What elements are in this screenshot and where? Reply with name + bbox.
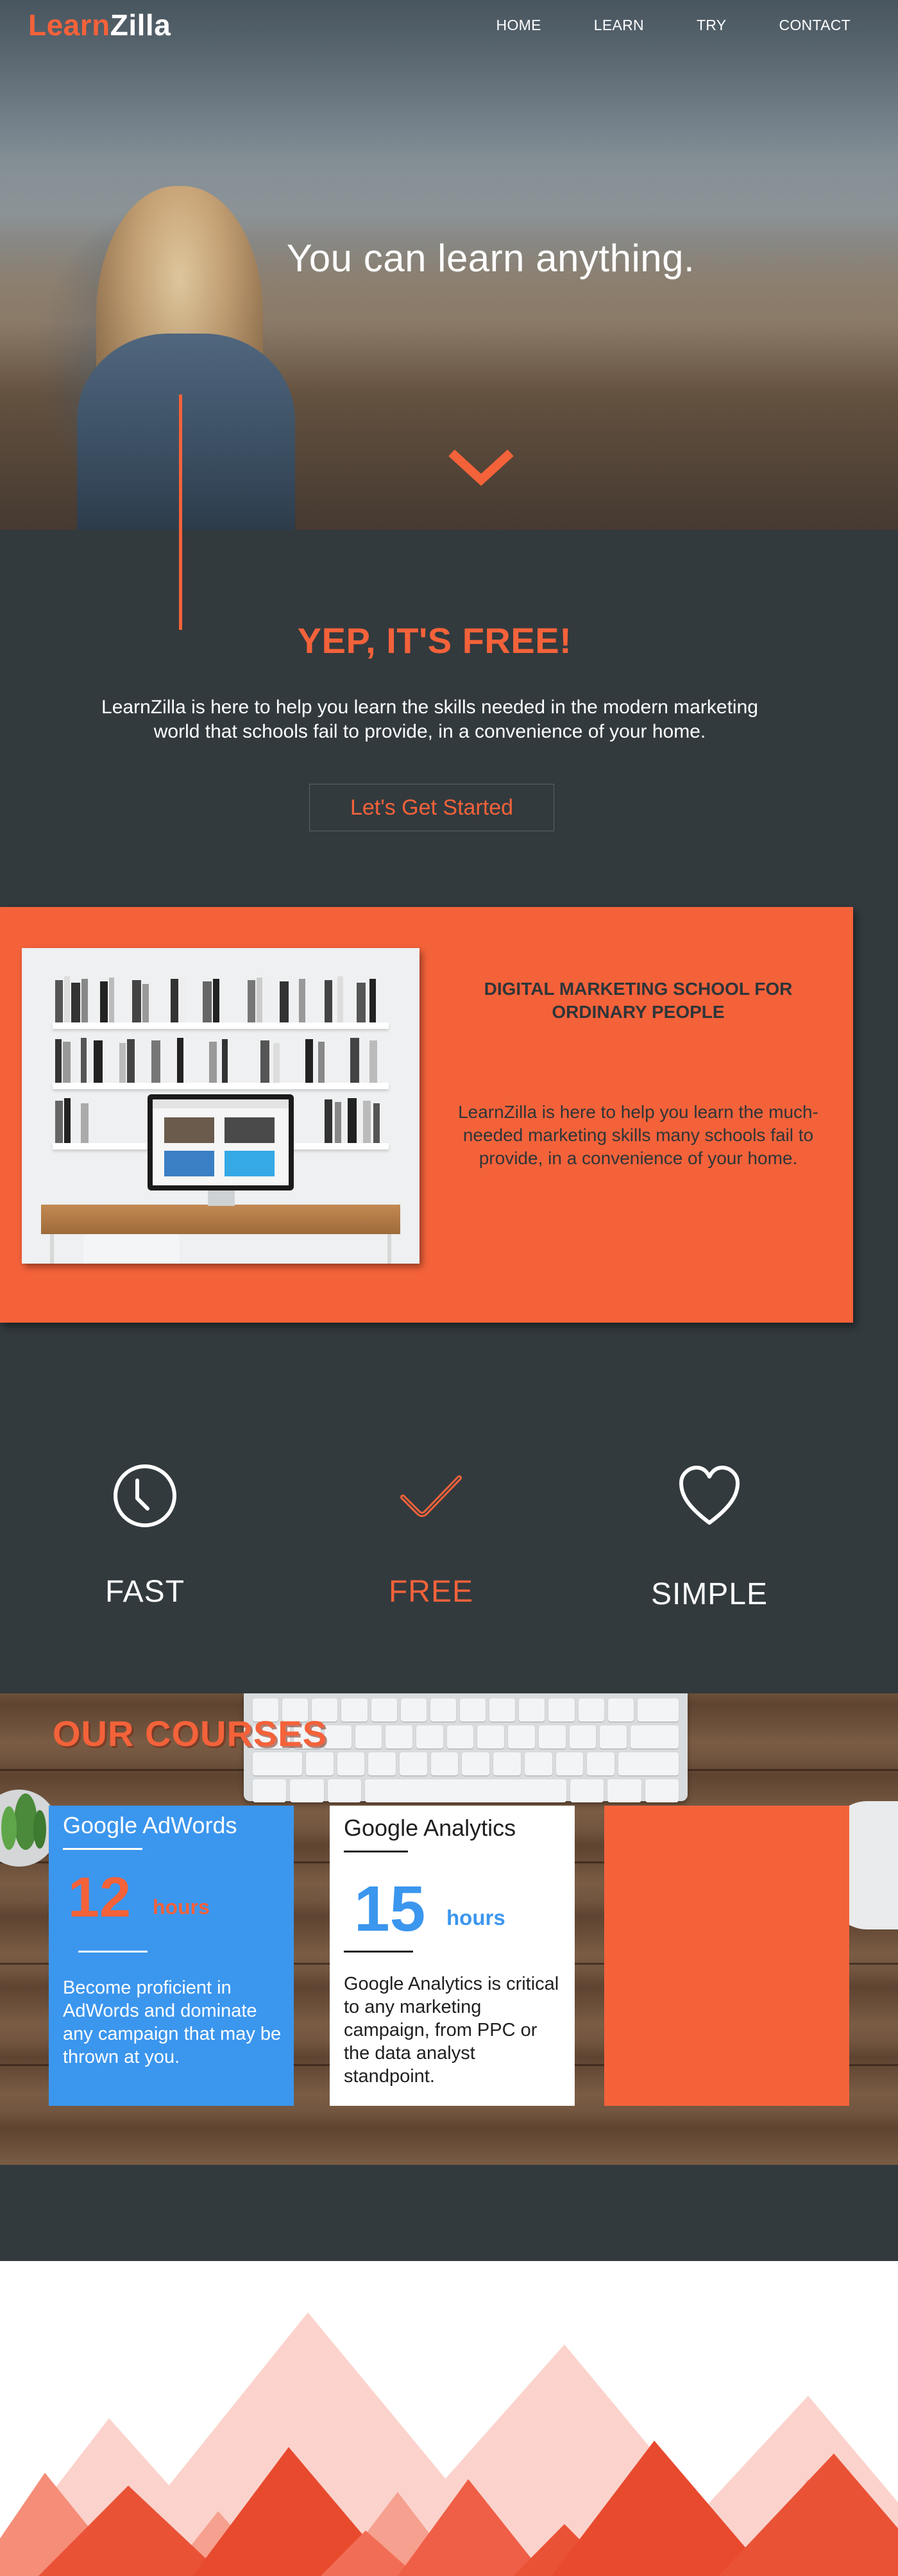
decorative-vertical-line bbox=[179, 394, 182, 630]
card-divider bbox=[344, 1951, 413, 1953]
nav-try[interactable]: TRY bbox=[697, 17, 727, 34]
course-title: Google Analytics bbox=[344, 1815, 516, 1841]
heart-icon bbox=[679, 1466, 740, 1525]
course-hours-unit: hours bbox=[153, 1895, 210, 1919]
courses-heading: OUR COURSES bbox=[53, 1713, 327, 1754]
hero-section: LearnZilla HOME LEARN TRY CONTACT You ca… bbox=[0, 0, 898, 530]
mountains-footer bbox=[0, 2261, 898, 2576]
monitor-stand bbox=[208, 1191, 235, 1206]
pillar-fast: FAST bbox=[49, 1462, 241, 1609]
courses-section: OUR COURSES Google AdWords 12 hours Beco… bbox=[0, 1693, 898, 2165]
card-divider bbox=[344, 1851, 408, 1852]
monitor bbox=[148, 1094, 294, 1191]
card-divider bbox=[78, 1951, 148, 1953]
logo-zilla: Zilla bbox=[110, 8, 171, 42]
course-title: Google AdWords bbox=[63, 1812, 237, 1838]
books-graphic bbox=[55, 976, 376, 1022]
shelf bbox=[53, 1083, 389, 1089]
main-nav: HOME LEARN TRY CONTACT bbox=[444, 17, 851, 34]
course-card-adwords[interactable]: Google AdWords 12 hours Become proficien… bbox=[49, 1806, 294, 2106]
workspace-photo bbox=[22, 948, 419, 1264]
free-heading: YEP, IT'S FREE! bbox=[297, 620, 572, 661]
shelf bbox=[53, 1022, 389, 1029]
keyboard-row bbox=[253, 1752, 679, 1775]
course-description: Become proficient in AdWords and dominat… bbox=[63, 1978, 282, 2067]
course-hours-number: 15 bbox=[354, 1873, 426, 1945]
desk-leg bbox=[387, 1234, 391, 1264]
screen-graphic bbox=[153, 1099, 289, 1176]
mountains-graphic bbox=[0, 2312, 898, 2576]
feature-paragraph: LearnZilla is here to help you learn the… bbox=[458, 1102, 818, 1168]
feature-heading: DIGITAL MARKETING SCHOOL FOR ORDINARY PE… bbox=[484, 979, 793, 1022]
nav-contact[interactable]: CONTACT bbox=[779, 17, 851, 34]
course-card-analytics[interactable]: Google Analytics 15 hours Google Analyti… bbox=[330, 1806, 575, 2106]
intro-paragraph: LearnZilla is here to help you learn the… bbox=[101, 697, 758, 742]
books-row bbox=[55, 974, 386, 1022]
chevron-down-icon[interactable] bbox=[448, 449, 514, 486]
pillar-simple: SIMPLE bbox=[613, 1464, 806, 1612]
clock-icon bbox=[114, 1464, 176, 1527]
site-logo[interactable]: LearnZilla bbox=[28, 8, 171, 42]
books-row bbox=[55, 1034, 386, 1083]
pillar-label-free: FREE bbox=[388, 1575, 473, 1609]
get-started-button[interactable]: Let's Get Started bbox=[309, 784, 554, 831]
course-card-empty[interactable] bbox=[604, 1806, 849, 2106]
hero-title: You can learn anything. bbox=[286, 237, 695, 280]
nav-home[interactable]: HOME bbox=[496, 17, 541, 34]
monitor-screen bbox=[153, 1099, 289, 1185]
nav-learn[interactable]: LEARN bbox=[594, 17, 644, 34]
books-graphic bbox=[55, 1038, 377, 1083]
pillar-free: FREE bbox=[335, 1469, 527, 1609]
logo-learn: Learn bbox=[28, 8, 110, 42]
pillar-label-fast: FAST bbox=[105, 1575, 185, 1609]
course-hours-unit: hours bbox=[446, 1906, 505, 1929]
pillar-label-simple: SIMPLE bbox=[650, 1577, 768, 1611]
card-divider bbox=[63, 1848, 142, 1850]
desk-leg bbox=[50, 1234, 54, 1264]
feature-section: DIGITAL MARKETING SCHOOL FOR ORDINARY PE… bbox=[0, 907, 853, 1323]
checkmark-icon bbox=[400, 1475, 462, 1517]
course-hours-number: 12 bbox=[68, 1865, 131, 1929]
course-description: Google Analytics is critical to any mark… bbox=[344, 1974, 559, 2087]
desk bbox=[41, 1205, 400, 1234]
keyboard-row bbox=[253, 1779, 679, 1802]
